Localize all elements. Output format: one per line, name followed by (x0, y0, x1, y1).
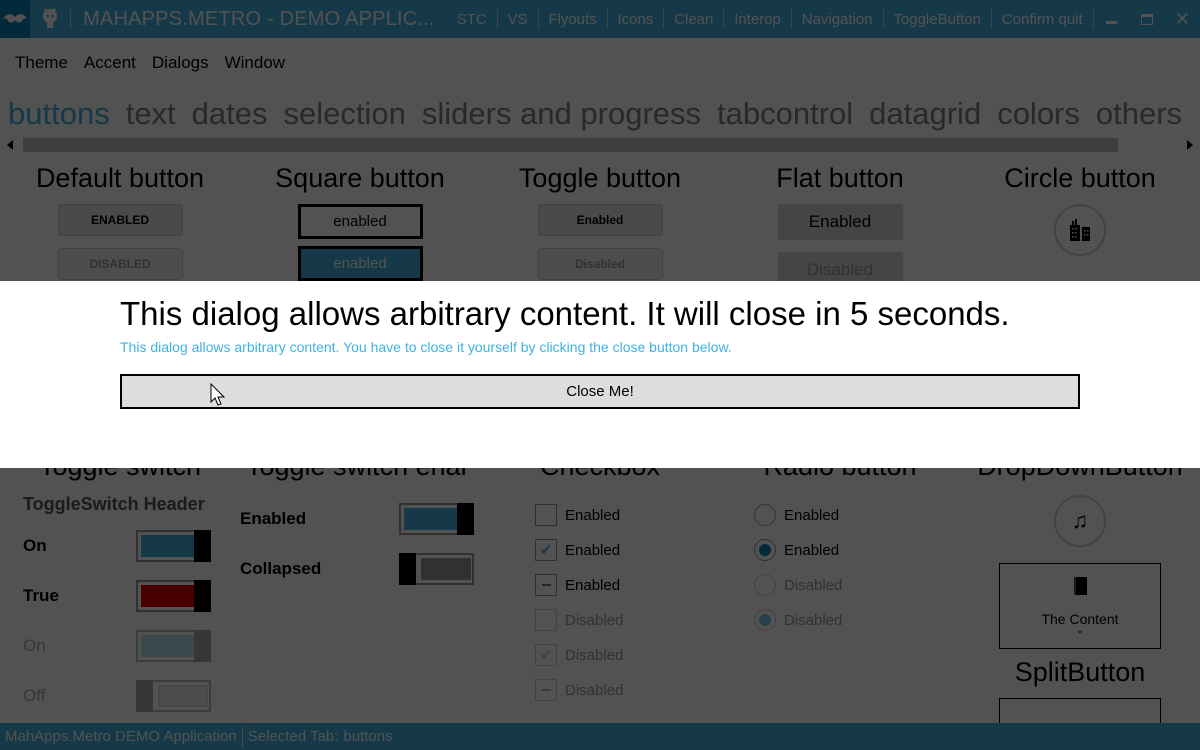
close-me-button[interactable]: Close Me! (120, 374, 1080, 409)
message-dialog: This dialog allows arbitrary content. It… (0, 281, 1200, 468)
dialog-message: This dialog allows arbitrary content. Yo… (120, 339, 732, 355)
mouse-cursor-icon (210, 383, 226, 406)
dialog-title: This dialog allows arbitrary content. It… (120, 295, 1010, 332)
